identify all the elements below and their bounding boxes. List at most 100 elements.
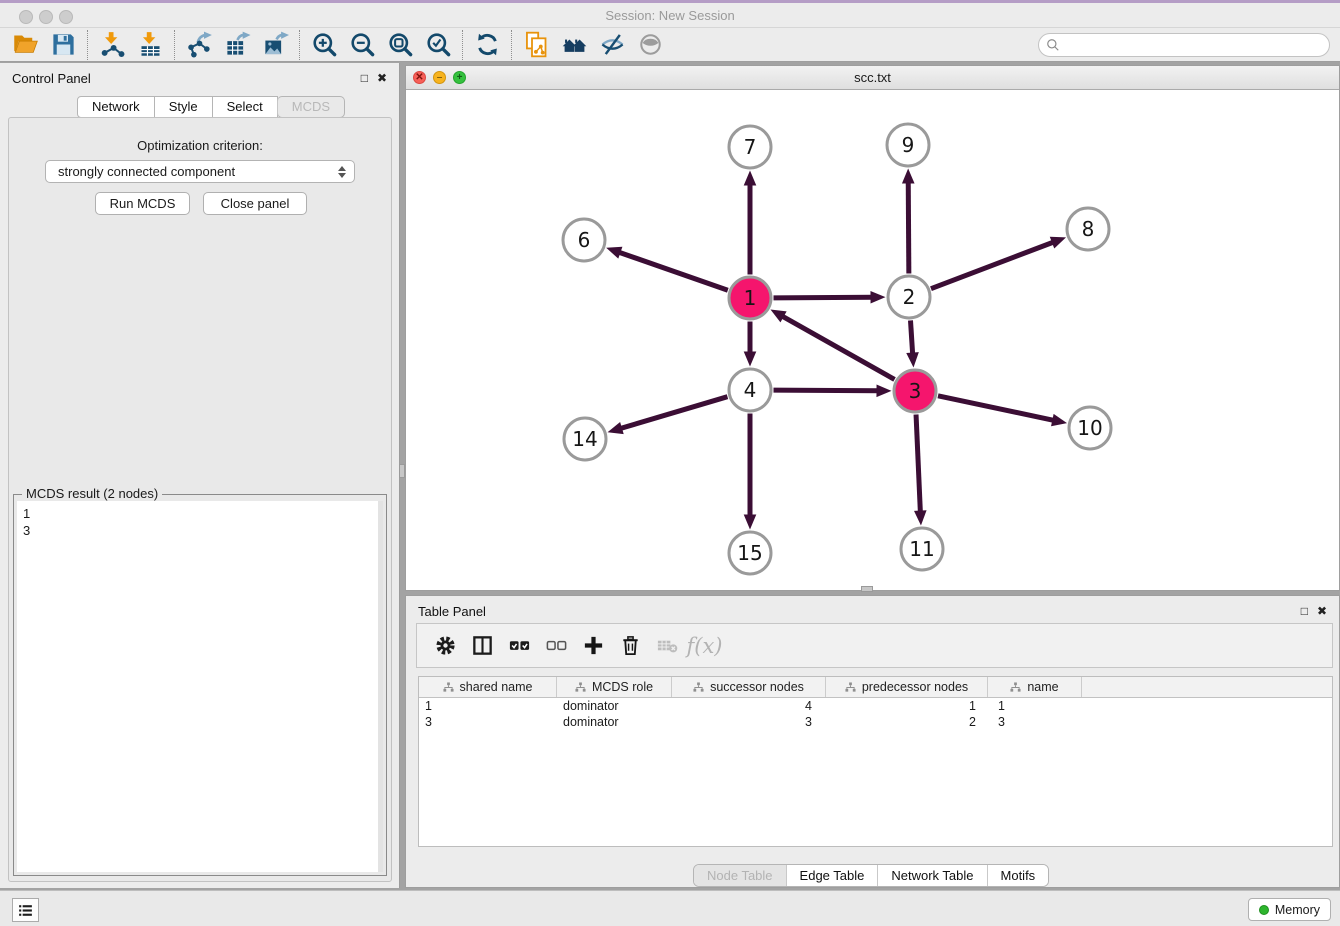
graph-edge-arrowhead [744, 515, 757, 530]
network-minimize-button[interactable]: – [433, 71, 446, 84]
table-cell[interactable]: 3 [672, 714, 826, 730]
graph-edge-4-3[interactable] [773, 390, 879, 391]
toggle-style-button[interactable] [593, 29, 631, 61]
search-input[interactable] [1060, 35, 1329, 55]
table-row[interactable]: 3dominator323 [419, 714, 1332, 730]
select-all-columns-button[interactable] [501, 628, 538, 664]
zoom-fit-button[interactable] [381, 29, 419, 61]
refresh-layout-button[interactable] [468, 29, 506, 61]
tab-select[interactable]: Select [213, 96, 278, 118]
delete-column-button[interactable] [612, 628, 649, 664]
zoom-out-button[interactable] [343, 29, 381, 61]
mcds-tab-content: Optimization criterion: strongly connect… [8, 117, 392, 882]
graph-node-label-15: 15 [737, 541, 762, 565]
edit-column-icon [1010, 682, 1021, 693]
zoom-selected-button[interactable] [419, 29, 457, 61]
control-panel-header: Control Panel □ ✖ [0, 63, 399, 93]
network-zoom-button[interactable]: + [453, 71, 466, 84]
graph-edge-3-11[interactable] [916, 414, 920, 513]
function-builder-button[interactable]: f(x) [686, 628, 723, 664]
table-cell[interactable]: 1 [988, 698, 1082, 714]
table-cell[interactable]: 3 [988, 714, 1082, 730]
open-file-button[interactable] [6, 29, 44, 61]
network-canvas[interactable]: 1234678910111415 [406, 90, 1339, 590]
tab-style[interactable]: Style [155, 96, 213, 118]
import-network-button[interactable] [93, 29, 131, 61]
close-panel-icon[interactable]: ✖ [1317, 605, 1327, 617]
delete-table-icon [656, 634, 679, 657]
columns-icon [471, 634, 494, 657]
table-cell[interactable]: 4 [672, 698, 826, 714]
column-header-successor-nodes[interactable]: successor nodes [672, 677, 826, 697]
export-network-button[interactable] [180, 29, 218, 61]
graph-edge-1-2[interactable] [773, 297, 873, 298]
run-mcds-button[interactable]: Run MCDS [95, 192, 190, 215]
mcds-result-text[interactable]: 13 [17, 501, 383, 872]
table-cell[interactable]: 1 [419, 698, 557, 714]
minimize-window-button[interactable] [39, 10, 53, 24]
float-panel-icon[interactable]: □ [1301, 605, 1308, 617]
column-header-shared-name[interactable]: shared name [419, 677, 557, 697]
graph-edge-3-10[interactable] [938, 396, 1055, 421]
table-cell[interactable]: dominator [557, 714, 672, 730]
table-cell[interactable]: dominator [557, 698, 672, 714]
title-bar: Session: New Session [0, 3, 1340, 28]
import-table-button[interactable] [131, 29, 169, 61]
home-layout-button[interactable] [555, 29, 593, 61]
maximize-window-button[interactable] [59, 10, 73, 24]
export-image-button[interactable] [256, 29, 294, 61]
refresh-icon [474, 31, 501, 58]
graph-node-label-10: 10 [1077, 416, 1102, 440]
graph-edge-2-9[interactable] [908, 180, 909, 273]
graph-edge-2-3[interactable] [910, 320, 912, 355]
column-header-predecessor-nodes[interactable]: predecessor nodes [826, 677, 988, 697]
show-graphics-details-button[interactable] [631, 29, 669, 61]
copy-network-button[interactable] [517, 29, 555, 61]
criterion-select[interactable]: strongly connected component [45, 160, 355, 183]
graph-edge-1-6[interactable] [618, 252, 728, 291]
mcds-result-line: 3 [23, 522, 383, 539]
add-column-button[interactable] [575, 628, 612, 664]
tab-mcds[interactable]: MCDS [277, 96, 345, 118]
table-row[interactable]: 1dominator411 [419, 698, 1332, 714]
table-panel-header: Table Panel □ ✖ [406, 596, 1339, 626]
tab-edge-table[interactable]: Edge Table [786, 865, 878, 886]
table-cell[interactable]: 2 [826, 714, 988, 730]
tab-node-table[interactable]: Node Table [694, 865, 786, 886]
network-window-titlebar[interactable]: ✕ – + scc.txt [406, 66, 1339, 90]
export-table-button[interactable] [218, 29, 256, 61]
toggle-column-view-button[interactable] [464, 628, 501, 664]
horizontal-splitter-handle[interactable] [861, 586, 873, 592]
table-panel: Table Panel □ ✖ [405, 595, 1340, 888]
show-panels-button[interactable] [12, 898, 39, 922]
column-header-MCDS-role[interactable]: MCDS role [557, 677, 672, 697]
graph-edge-arrowhead [608, 422, 624, 434]
network-close-button[interactable]: ✕ [413, 71, 426, 84]
tab-motifs[interactable]: Motifs [987, 865, 1049, 886]
graph-edge-2-8[interactable] [931, 242, 1055, 289]
tab-network-table[interactable]: Network Table [877, 865, 986, 886]
close-panel-icon[interactable]: ✖ [377, 72, 387, 84]
tab-network[interactable]: Network [77, 96, 155, 118]
table-toolbar: f(x) [416, 623, 1333, 668]
close-panel-button[interactable]: Close panel [203, 192, 307, 215]
toolbar-separator [299, 30, 300, 60]
mcds-result-line: 1 [23, 505, 383, 522]
table-cell[interactable]: 1 [826, 698, 988, 714]
search-icon [1046, 38, 1060, 52]
table-cell[interactable]: 3 [419, 714, 557, 730]
memory-button[interactable]: Memory [1248, 898, 1331, 921]
close-window-button[interactable] [19, 10, 33, 24]
zoom-in-button[interactable] [305, 29, 343, 61]
zoom-out-icon [349, 31, 376, 58]
table-options-button[interactable] [427, 628, 464, 664]
graph-edge-3-1[interactable] [781, 315, 895, 379]
column-header-name[interactable]: name [988, 677, 1082, 697]
result-scrollbar[interactable] [378, 501, 383, 872]
vertical-splitter-handle[interactable] [399, 464, 405, 478]
float-panel-icon[interactable]: □ [361, 72, 368, 84]
graph-edge-4-14[interactable] [619, 397, 727, 429]
unselect-all-columns-button[interactable] [538, 628, 575, 664]
save-session-button[interactable] [44, 29, 82, 61]
gear-icon [434, 634, 457, 657]
